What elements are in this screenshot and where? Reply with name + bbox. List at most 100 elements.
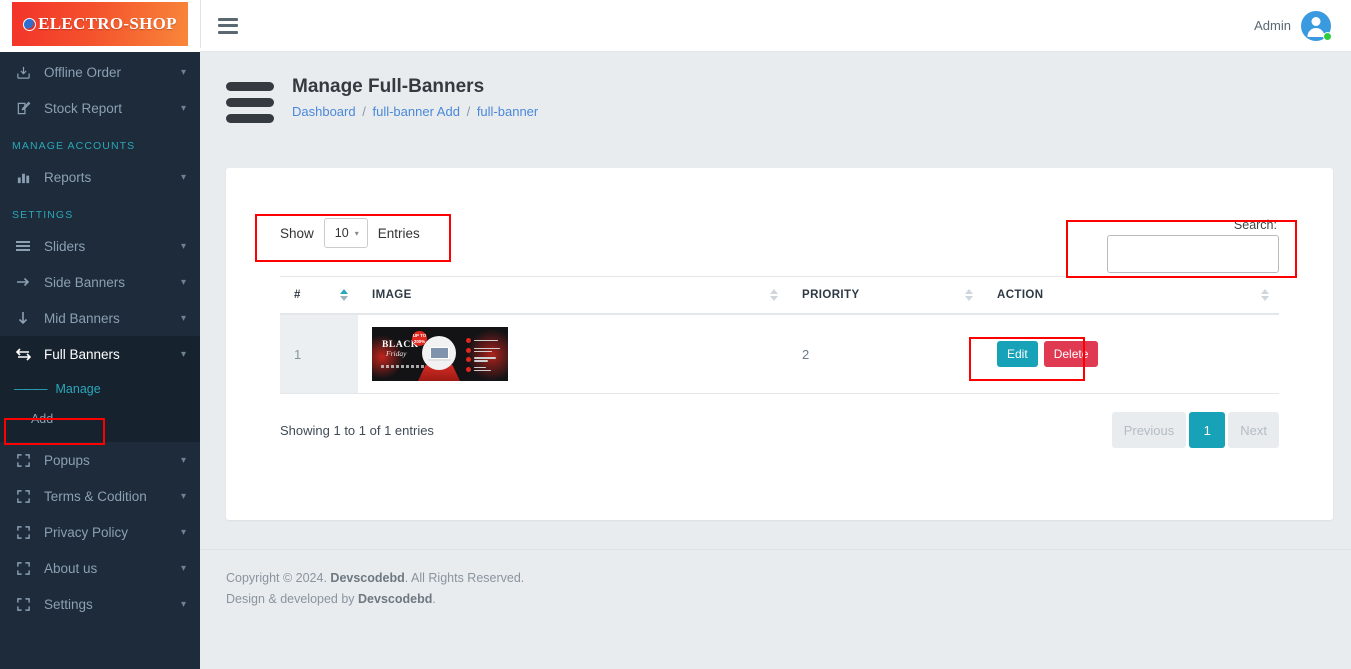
topbar-divider — [200, 0, 201, 48]
table-row: 1 BLACK Friday UP TO 200% 2 Edit Delete — [280, 314, 1279, 394]
submenu-item-add[interactable]: Add — [0, 404, 200, 434]
sidebar-item-popups[interactable]: Popups ▾ — [0, 442, 200, 478]
breadcrumb-separator: / — [362, 104, 366, 119]
breadcrumb-full-banner[interactable]: full-banner — [477, 104, 538, 119]
active-dash-icon — [14, 382, 46, 396]
cell-actions: Edit Delete — [983, 314, 1279, 394]
sidebar-item-reports[interactable]: Reports ▾ — [0, 159, 200, 195]
pagination-next[interactable]: Next — [1228, 412, 1279, 448]
sidebar-item-stock-report[interactable]: Stock Report ▾ — [0, 90, 200, 126]
sidebar-item-label: Terms & Codition — [44, 488, 147, 504]
expand-icon — [12, 523, 34, 541]
sidebar-item-label: Popups — [44, 452, 90, 468]
footer-brand: Devscodebd — [358, 592, 433, 607]
sidebar-item-sliders[interactable]: Sliders ▾ — [0, 228, 200, 264]
breadcrumb-full-banner-add[interactable]: full-banner Add — [372, 104, 459, 119]
column-label: IMAGE — [372, 289, 412, 301]
pagination-previous[interactable]: Previous — [1111, 412, 1187, 448]
sidebar-item-label: Stock Report — [44, 100, 123, 116]
exchange-arrows-icon — [12, 345, 34, 363]
developer-line: Design & developed by Devscodebd. — [226, 592, 436, 607]
chevron-down-icon: ▾ — [180, 312, 186, 324]
hamburger-icon[interactable] — [218, 17, 238, 34]
topbar: Admin — [200, 0, 1351, 52]
main-area: Admin Manage Full-Banners Dashboard / fu… — [200, 0, 1351, 669]
banner-subtitle: Friday — [386, 349, 407, 358]
sort-icon — [770, 289, 778, 301]
page-length-select[interactable]: 10 ▾ — [323, 218, 368, 248]
chevron-down-icon: ▾ — [180, 171, 186, 183]
table-header-row: # IMAGE PRIORITY ACTION — [280, 276, 1279, 315]
search-input[interactable] — [1107, 235, 1279, 273]
submenu-item-manage[interactable]: Manage — [0, 374, 200, 404]
sidebar-item-side-banners[interactable]: Side Banners ▾ — [0, 264, 200, 300]
full-banners-submenu: Manage Add — [0, 372, 200, 442]
user-avatar-icon[interactable] — [1301, 10, 1332, 41]
sidebar-item-privacy-policy[interactable]: Privacy Policy ▾ — [0, 514, 200, 550]
sidebar-item-about-us[interactable]: About us ▾ — [0, 550, 200, 586]
admin-username: Admin — [1254, 18, 1291, 33]
cell-image: BLACK Friday UP TO 200% — [358, 314, 788, 394]
copyright-line: Copyright © 2024. Devscodebd. All Rights… — [226, 571, 525, 585]
sidebar-item-label: Settings — [44, 596, 93, 612]
breadcrumb-dashboard[interactable]: Dashboard — [292, 104, 356, 119]
online-status-dot — [1323, 31, 1332, 41]
chevron-down-icon: ▾ — [180, 102, 186, 114]
brand-name: ELECTRO-SHOP — [38, 14, 177, 33]
sort-icon — [340, 289, 348, 301]
sidebar-item-offline-order[interactable]: Offline Order ▾ — [0, 54, 200, 90]
table-footer: Showing 1 to 1 of 1 entries Previous 1 N… — [280, 412, 1279, 448]
sidebar-item-label: Sliders — [44, 238, 86, 254]
table-head: # IMAGE PRIORITY ACTION — [280, 276, 1279, 315]
page-footer: Copyright © 2024. Devscodebd. All Rights… — [200, 549, 1351, 669]
banner-thumbnail[interactable]: BLACK Friday UP TO 200% — [372, 327, 508, 381]
page-header: Manage Full-Banners Dashboard / full-ban… — [200, 52, 1351, 123]
column-label: PRIORITY — [802, 289, 860, 301]
cell-id: 1 — [280, 314, 358, 394]
download-box-icon — [12, 63, 34, 81]
bar-chart-icon — [12, 168, 34, 186]
breadcrumb-separator: / — [466, 104, 471, 119]
chevron-down-icon: ▾ — [180, 562, 186, 574]
sidebar-item-label: About us — [44, 560, 98, 576]
sidebar-item-settings[interactable]: Settings ▾ — [0, 586, 200, 622]
page-length-value: 10 — [334, 226, 349, 240]
page-bars-icon — [226, 82, 274, 123]
chevron-down-icon: ▾ — [354, 228, 359, 238]
sidebar-item-full-banners[interactable]: Full Banners ▾ — [0, 336, 200, 372]
pagination-page-1[interactable]: 1 — [1189, 412, 1226, 448]
sidebar-item-label: Mid Banners — [44, 310, 120, 326]
sidebar-item-terms-condition[interactable]: Terms & Codition ▾ — [0, 478, 200, 514]
chevron-down-icon: ▾ — [180, 276, 186, 288]
arrow-down-icon — [12, 309, 34, 327]
banners-table: # IMAGE PRIORITY ACTION 1 BLACK Friday U… — [280, 276, 1279, 394]
sidebar-item-label: Privacy Policy — [44, 524, 129, 540]
column-header-id[interactable]: # — [280, 276, 358, 315]
sort-icon — [965, 289, 973, 301]
sidebar-section-manage-accounts: MANAGE ACCOUNTS — [12, 140, 136, 152]
chevron-down-icon: ▾ — [180, 598, 186, 610]
chevron-down-icon: ▾ — [180, 490, 186, 502]
submenu-item-label: Add — [30, 412, 54, 426]
column-header-action[interactable]: ACTION — [983, 276, 1279, 315]
entries-label: Entries — [377, 225, 420, 241]
breadcrumb: Dashboard / full-banner Add / full-banne… — [292, 104, 538, 119]
globe-e-icon — [23, 17, 37, 31]
sidebar-item-label: Offline Order — [44, 64, 122, 80]
brand-logo[interactable]: ELECTRO-SHOP — [0, 0, 200, 52]
sort-icon — [1261, 289, 1269, 301]
sidebar-item-mid-banners[interactable]: Mid Banners ▾ — [0, 300, 200, 336]
expand-icon — [12, 559, 34, 577]
edit-button[interactable]: Edit — [997, 341, 1038, 367]
table-body: 1 BLACK Friday UP TO 200% 2 Edit Delete — [280, 314, 1279, 394]
sidebar-section-settings: SETTINGS — [12, 209, 74, 221]
column-header-image[interactable]: IMAGE — [358, 276, 788, 315]
column-header-priority[interactable]: PRIORITY — [788, 276, 983, 315]
search-control: Search: — [1107, 218, 1279, 273]
expand-icon — [12, 595, 34, 613]
feature-checklist — [466, 338, 500, 372]
table-controls: Show 10 ▾ Entries Search: — [280, 218, 1279, 273]
sidebar: ELECTRO-SHOP Offline Order ▾ Stock Repor… — [0, 0, 200, 669]
entries-info: Showing 1 to 1 of 1 entries — [280, 422, 434, 438]
delete-button[interactable]: Delete — [1043, 341, 1099, 367]
